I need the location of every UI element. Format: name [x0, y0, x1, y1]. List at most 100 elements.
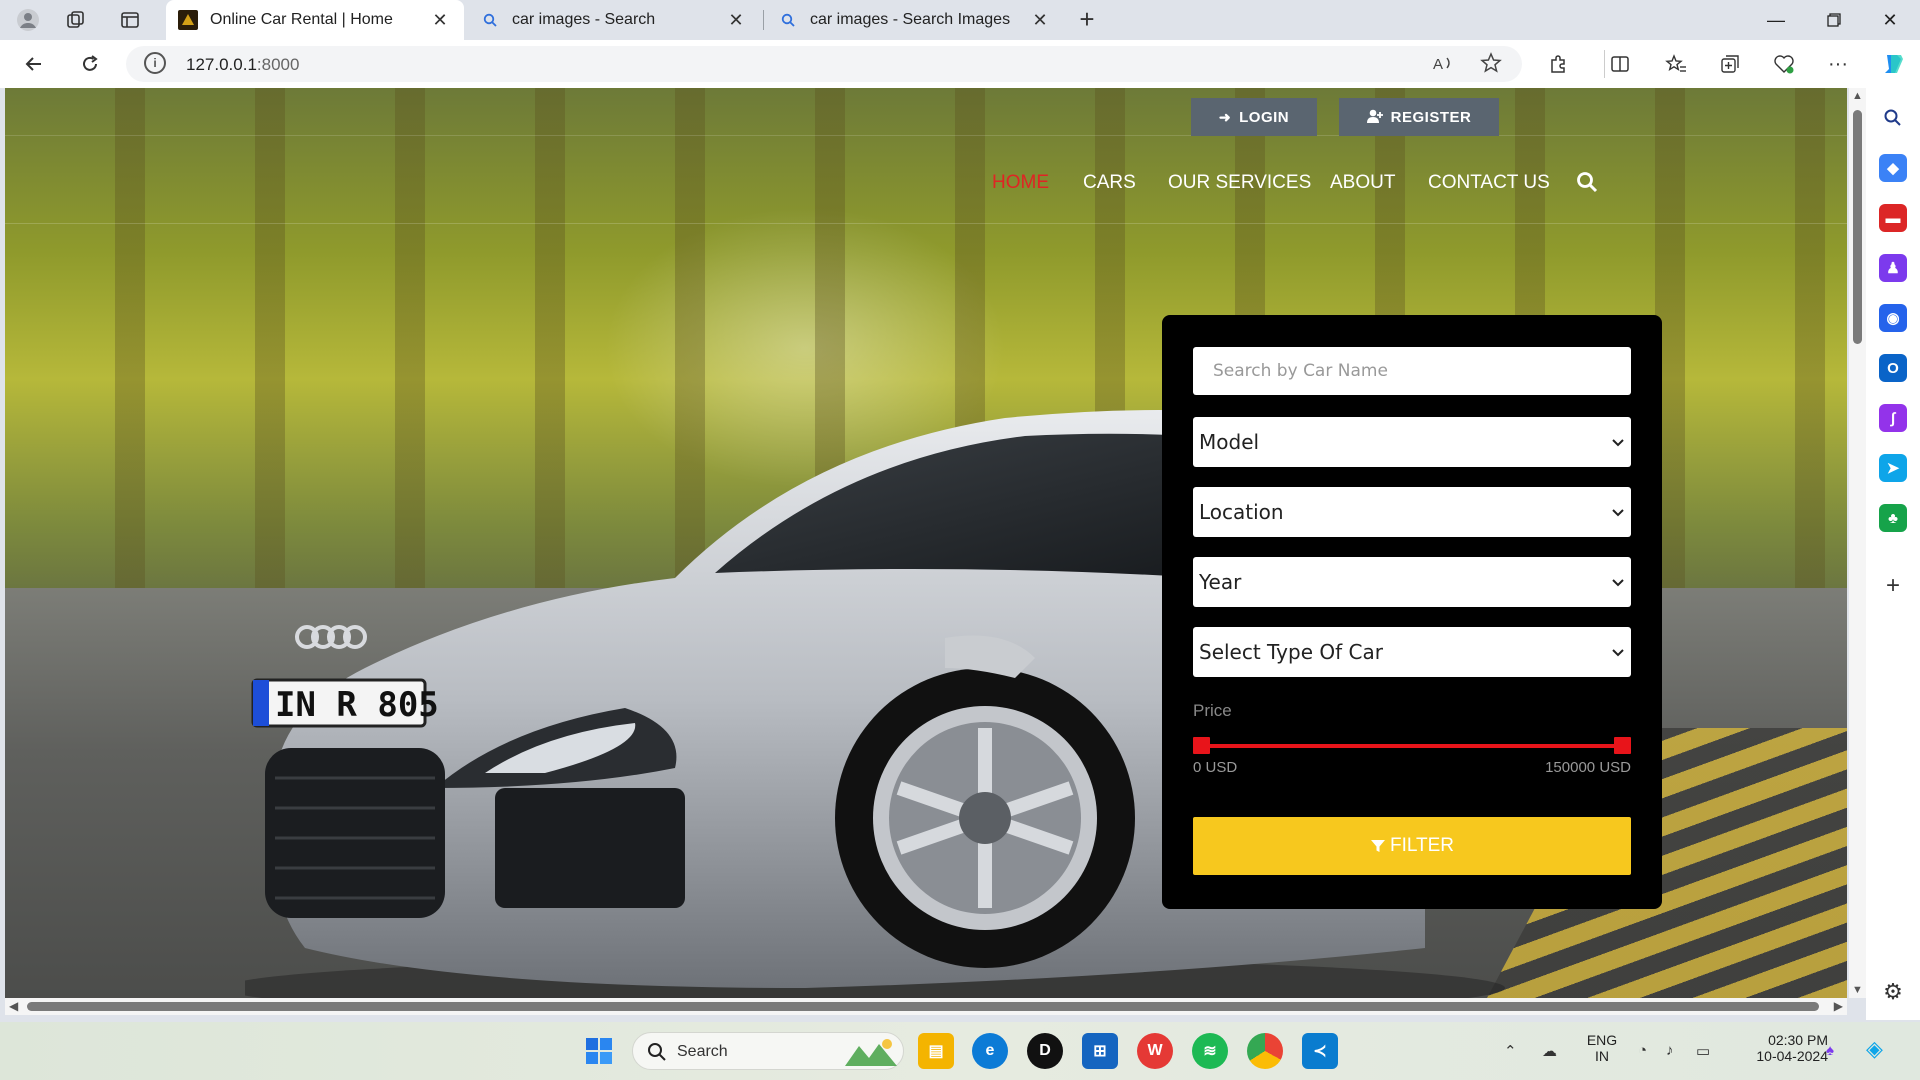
workspaces-icon[interactable] [62, 7, 90, 33]
add-sidebar-app-icon[interactable]: + [1879, 572, 1907, 600]
scroll-left-icon[interactable]: ◀ [9, 999, 18, 1013]
notification-bell-icon[interactable]: ♠ [1826, 1042, 1834, 1059]
close-window-button[interactable]: ✕ [1862, 0, 1918, 40]
nav-cars[interactable]: CARS [1083, 172, 1136, 194]
search-icon [778, 10, 798, 30]
refresh-button[interactable] [74, 48, 106, 80]
location-select-value: Location [1199, 500, 1284, 524]
tab-actions-icon[interactable] [116, 7, 144, 33]
address-bar[interactable]: i 127.0.0.1:8000 A [126, 46, 1522, 82]
tab-online-car-rental[interactable]: Online Car Rental | Home ✕ [166, 0, 464, 40]
tree-icon[interactable]: ♣ [1879, 504, 1907, 532]
minimize-button[interactable]: — [1748, 0, 1804, 40]
chevron-down-icon [1612, 579, 1624, 587]
location-select[interactable]: Location [1193, 487, 1631, 537]
year-select-value: Year [1199, 570, 1242, 594]
vertical-scroll-thumb[interactable] [1853, 110, 1862, 344]
wifi-icon[interactable]: ◔ [1638, 1042, 1647, 1059]
favorites-icon[interactable] [1662, 50, 1690, 78]
horizontal-scrollbar[interactable]: ◀ ▶ [5, 998, 1847, 1015]
vertical-scrollbar[interactable]: ▲ ▼ [1849, 88, 1866, 998]
region-code: IN [1595, 1048, 1609, 1064]
license-plate-text: IN R 805 [275, 685, 439, 725]
onedrive-cloud-icon[interactable]: ☁ [1542, 1042, 1557, 1060]
close-icon[interactable]: ✕ [724, 10, 748, 31]
copilot-icon[interactable] [1880, 50, 1908, 78]
horizontal-scroll-thumb[interactable] [27, 1002, 1819, 1011]
scroll-up-icon[interactable]: ▲ [1852, 90, 1863, 102]
microsoft-365-icon[interactable]: ◉ [1879, 304, 1907, 332]
register-button[interactable]: REGISTER [1339, 98, 1499, 136]
login-button[interactable]: ➜ LOGIN [1191, 98, 1317, 136]
search-icon [648, 1043, 666, 1061]
dell-icon[interactable]: D [1027, 1033, 1063, 1069]
search-icon[interactable] [1575, 170, 1599, 194]
login-label: LOGIN [1239, 108, 1290, 126]
spotify-icon[interactable]: ≋ [1192, 1033, 1228, 1069]
chevron-down-icon [1612, 439, 1624, 447]
profile-icon[interactable] [14, 7, 42, 33]
favorite-star-icon[interactable] [1480, 52, 1502, 80]
price-min-handle[interactable] [1193, 737, 1210, 754]
clock[interactable]: 02:30 PM 10-04-2024 [1738, 1032, 1828, 1064]
scroll-right-icon[interactable]: ▶ [1834, 999, 1843, 1013]
svg-text:A: A [1433, 56, 1443, 73]
collections-icon[interactable] [1716, 50, 1744, 78]
nav-our-services[interactable]: OUR SERVICES [1168, 172, 1311, 194]
clock-time: 02:30 PM [1768, 1032, 1828, 1048]
settings-gear-icon[interactable]: ⚙ [1879, 978, 1907, 1006]
copilot-taskbar-icon[interactable]: ◈ [1866, 1036, 1883, 1062]
price-max-handle[interactable] [1614, 737, 1631, 754]
split-screen-icon[interactable] [1606, 50, 1634, 78]
battery-icon[interactable]: ▭ [1696, 1042, 1710, 1060]
close-icon[interactable]: ✕ [1028, 10, 1052, 31]
tab-car-images-search[interactable]: car images - Search ✕ [468, 0, 760, 40]
designer-icon[interactable]: ∫ [1879, 404, 1907, 432]
car-type-select-value: Select Type Of Car [1199, 640, 1383, 664]
chevron-up-icon[interactable]: ⌃ [1504, 1042, 1517, 1060]
wps-office-icon[interactable]: W [1137, 1033, 1173, 1069]
more-options-icon[interactable]: ··· [1824, 50, 1852, 78]
scroll-down-icon[interactable]: ▼ [1852, 984, 1863, 996]
browser-essentials-icon[interactable] [1770, 50, 1798, 78]
extensions-icon[interactable] [1544, 50, 1572, 78]
filter-button[interactable]: FILTER [1193, 817, 1631, 875]
page-viewport: IN R 805 ➜ LOGIN REGISTER HOME CARS OUR … [5, 88, 1847, 998]
year-select[interactable]: Year [1193, 557, 1631, 607]
outlook-icon[interactable]: O [1879, 354, 1907, 382]
nav-contact-us[interactable]: CONTACT US [1428, 172, 1550, 194]
microsoft-store-icon[interactable]: ⊞ [1082, 1033, 1118, 1069]
shopping-tag-icon[interactable]: ◆ [1879, 154, 1907, 182]
search-icon[interactable] [1879, 104, 1907, 132]
price-min-value: 0 USD [1193, 759, 1238, 776]
restore-button[interactable] [1806, 0, 1862, 40]
vscode-icon[interactable]: ≺ [1302, 1033, 1338, 1069]
price-range-track[interactable] [1200, 744, 1622, 748]
site-logo-icon [178, 10, 198, 30]
car-type-select[interactable]: Select Type Of Car [1193, 627, 1631, 677]
sign-in-icon: ➜ [1218, 108, 1232, 125]
search-icon [480, 10, 500, 30]
nav-home[interactable]: HOME [992, 172, 1049, 194]
close-icon[interactable]: ✕ [428, 10, 452, 31]
funnel-icon [1370, 840, 1385, 852]
back-button[interactable] [18, 48, 50, 80]
car-name-search-input[interactable]: Search by Car Name [1193, 347, 1631, 395]
chrome-icon[interactable] [1247, 1033, 1283, 1069]
tab-car-images-search-images[interactable]: car images - Search Images ✕ [766, 0, 1064, 40]
windows-start-icon[interactable] [581, 1033, 617, 1069]
read-aloud-icon[interactable]: A [1432, 52, 1454, 80]
language-indicator[interactable]: ENG IN [1584, 1032, 1620, 1064]
games-icon[interactable]: ♟ [1879, 254, 1907, 282]
volume-icon[interactable]: ♪ [1666, 1042, 1674, 1059]
site-info-icon[interactable]: i [144, 52, 166, 74]
taskbar-search-box[interactable]: Search [632, 1032, 904, 1070]
top-auth-bar: ➜ LOGIN REGISTER [5, 88, 1847, 136]
send-icon[interactable]: ➤ [1879, 454, 1907, 482]
tools-icon[interactable]: ▬ [1879, 204, 1907, 232]
model-select[interactable]: Model [1193, 417, 1631, 467]
file-explorer-icon[interactable]: ▤ [918, 1033, 954, 1069]
new-tab-button[interactable]: + [1072, 6, 1102, 34]
edge-browser-icon[interactable]: e [972, 1033, 1008, 1069]
nav-about[interactable]: ABOUT [1330, 172, 1395, 194]
